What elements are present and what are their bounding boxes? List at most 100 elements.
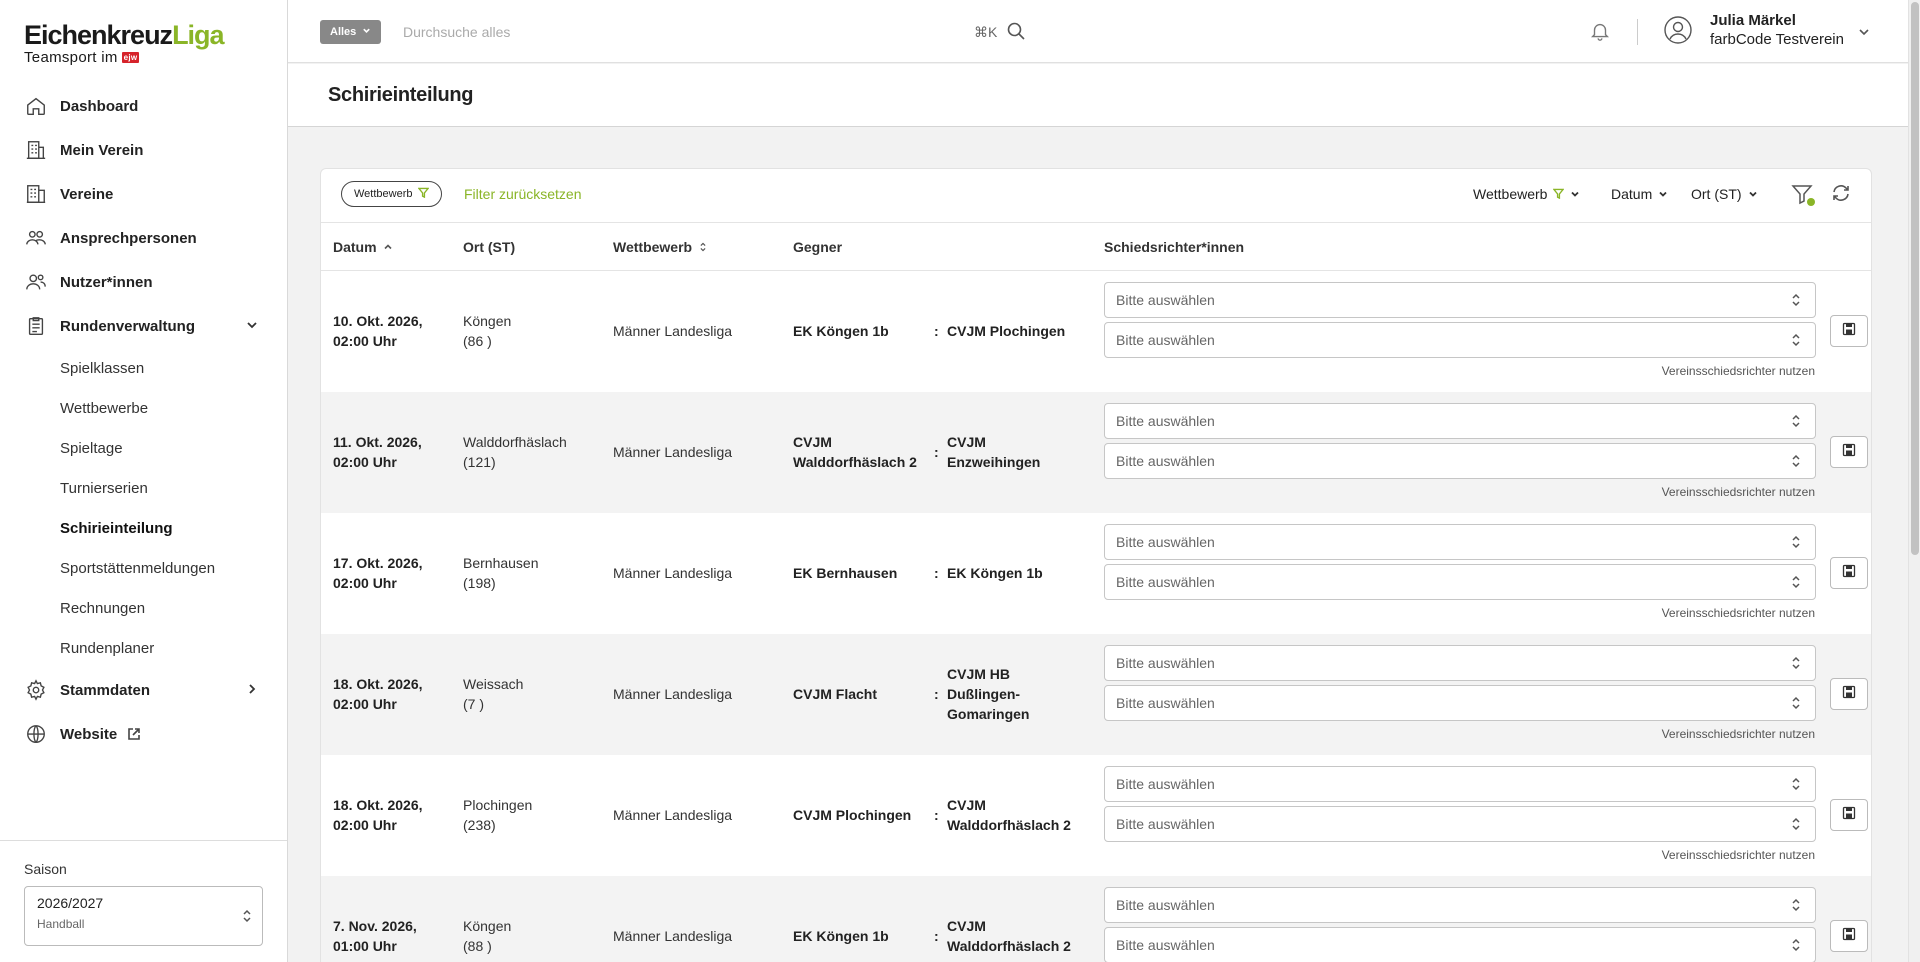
- nav-item-dashboard[interactable]: Dashboard: [0, 84, 287, 128]
- topbar: Alles ⌘K Julia Märkel farbCode Testverei…: [288, 0, 1908, 63]
- referee-select-1[interactable]: Bitte auswählen: [1104, 282, 1816, 318]
- user-org[interactable]: farbCode Testverein: [1710, 31, 1844, 48]
- chevron-down-icon: [1570, 186, 1580, 202]
- save-button[interactable]: [1830, 315, 1868, 347]
- column-header-ort: Ort (ST): [463, 239, 516, 255]
- sidebar-item-spieltage[interactable]: Spieltage: [0, 428, 287, 468]
- search-icon[interactable]: [1006, 21, 1026, 41]
- nav-label: Vereine: [60, 185, 114, 203]
- save-button[interactable]: [1830, 678, 1868, 710]
- use-club-referee-link[interactable]: Vereinsschiedsrichter nutzen: [1662, 364, 1815, 378]
- referee-select-1[interactable]: Bitte auswählen: [1104, 887, 1816, 923]
- sidebar-item-wettbewerbe[interactable]: Wettbewerbe: [0, 388, 287, 428]
- referee-select-2[interactable]: Bitte auswählen: [1104, 322, 1816, 358]
- column-header-datum[interactable]: Datum: [333, 239, 393, 255]
- page-header: Schirieinteilung: [288, 64, 1908, 127]
- table-row: 17. Okt. 2026, 02:00 Uhr Bernhausen (198)…: [321, 513, 1871, 634]
- save-button[interactable]: [1830, 920, 1868, 952]
- sidebar-item-schirieinteilung[interactable]: Schirieinteilung: [0, 508, 287, 548]
- season-value: 2026/2027: [37, 895, 104, 911]
- cell-ort: Walddorfhäslach (121): [463, 434, 567, 470]
- nav-item-website[interactable]: Website: [0, 712, 287, 756]
- cell-date: 17. Okt. 2026, 02:00 Uhr: [333, 555, 423, 591]
- nav-item-ansprechpersonen[interactable]: Ansprechpersonen: [0, 216, 287, 260]
- user-avatar-icon[interactable]: [1663, 15, 1693, 45]
- referee-select-2[interactable]: Bitte auswählen: [1104, 564, 1816, 600]
- column-header-wettbewerb[interactable]: Wettbewerb: [613, 239, 708, 255]
- table-header: Datum Ort (ST) Wettbewerb Gegner Schieds…: [321, 223, 1871, 271]
- use-club-referee-link[interactable]: Vereinsschiedsrichter nutzen: [1662, 727, 1815, 741]
- cell-away-team: CVJM Walddorfhäslach 2: [947, 797, 1071, 833]
- building-icon: [24, 138, 48, 162]
- active-filter-dot: [1807, 198, 1815, 206]
- chevron-down-icon: [1658, 186, 1668, 202]
- nav-label: Nutzer*innen: [60, 273, 153, 291]
- chevron-down-icon[interactable]: [1857, 25, 1871, 39]
- select-placeholder: Bitte auswählen: [1116, 574, 1215, 590]
- page-scrollbar[interactable]: [1908, 0, 1920, 962]
- column-header-gegner: Gegner: [793, 239, 843, 255]
- bell-icon[interactable]: [1589, 20, 1611, 42]
- use-club-referee-link[interactable]: Vereinsschiedsrichter nutzen: [1662, 485, 1815, 499]
- season-panel: Saison 2026/2027 Handball: [0, 840, 287, 962]
- save-button[interactable]: [1830, 436, 1868, 468]
- sidebar-item-rechnungen[interactable]: Rechnungen: [0, 588, 287, 628]
- sidebar-item-rundenplaner[interactable]: Rundenplaner: [0, 628, 287, 668]
- updown-chevron-icon: [1791, 655, 1801, 671]
- search-scope-label: Alles: [330, 26, 357, 38]
- scrollbar-thumb[interactable]: [1911, 2, 1919, 555]
- cell-versus-separator: :: [934, 565, 939, 581]
- search-input[interactable]: [403, 16, 963, 48]
- referee-select-2[interactable]: Bitte auswählen: [1104, 806, 1816, 842]
- logo[interactable]: EichenkreuzLiga Teamsport im ejw: [24, 20, 225, 66]
- filter-dropdown-datum[interactable]: Datum: [1611, 186, 1668, 202]
- nav-item-nutzerinnen[interactable]: Nutzer*innen: [0, 260, 287, 304]
- referee-select-1[interactable]: Bitte auswählen: [1104, 766, 1816, 802]
- filter-dropdown-label: Ort (ST): [1691, 186, 1742, 202]
- search-scope-button[interactable]: Alles: [320, 20, 382, 44]
- select-placeholder: Bitte auswählen: [1116, 897, 1215, 913]
- cell-home-team: EK Köngen 1b: [793, 928, 889, 944]
- nav-item-stammdaten[interactable]: Stammdaten: [0, 668, 287, 712]
- table-row: 10. Okt. 2026, 02:00 Uhr Köngen (86 ) Männ…: [321, 271, 1871, 392]
- use-club-referee-link[interactable]: Vereinsschiedsrichter nutzen: [1662, 848, 1815, 862]
- referee-select-2[interactable]: Bitte auswählen: [1104, 927, 1816, 962]
- user-name[interactable]: Julia Märkel: [1710, 12, 1796, 29]
- save-button[interactable]: [1830, 799, 1868, 831]
- cell-versus-separator: :: [934, 807, 939, 823]
- cell-away-team: CVJM Enzweihingen: [947, 434, 1041, 470]
- active-filter-chip[interactable]: Wettbewerb: [341, 181, 442, 207]
- referee-select-1[interactable]: Bitte auswählen: [1104, 645, 1816, 681]
- nav-item-vereine[interactable]: Vereine: [0, 172, 287, 216]
- filter-dropdown-wettbewerb[interactable]: Wettbewerb: [1473, 186, 1580, 202]
- chevron-down-icon: [362, 26, 371, 38]
- cell-versus-separator: :: [934, 686, 939, 702]
- filter-dropdown-ort[interactable]: Ort (ST): [1691, 186, 1758, 202]
- cell-away-team: EK Köngen 1b: [947, 565, 1043, 581]
- chevron-down-icon: [245, 318, 259, 332]
- cell-home-team: EK Bernhausen: [793, 565, 898, 581]
- chevron-down-icon: [1748, 186, 1758, 202]
- funnel-icon: [416, 187, 430, 201]
- sidebar-item-turnierserien[interactable]: Turnierserien: [0, 468, 287, 508]
- referee-select-1[interactable]: Bitte auswählen: [1104, 403, 1816, 439]
- save-button[interactable]: [1830, 557, 1868, 589]
- referee-select-2[interactable]: Bitte auswählen: [1104, 443, 1816, 479]
- filter-toggle-button[interactable]: [1791, 183, 1815, 207]
- use-club-referee-link[interactable]: Vereinsschiedsrichter nutzen: [1662, 606, 1815, 620]
- nav-item-mein-verein[interactable]: Mein Verein: [0, 128, 287, 172]
- updown-chevron-icon: [1791, 574, 1801, 590]
- cell-date: 18. Okt. 2026, 02:00 Uhr: [333, 676, 423, 712]
- season-sport: Handball: [37, 917, 85, 931]
- sidebar-item-sportstaettenmeldungen[interactable]: Sportstättenmeldungen: [0, 548, 287, 588]
- referee-select-2[interactable]: Bitte auswählen: [1104, 685, 1816, 721]
- divider: [1637, 19, 1638, 45]
- select-placeholder: Bitte auswählen: [1116, 332, 1215, 348]
- clipboard-icon: [24, 314, 48, 338]
- reset-filters-link[interactable]: Filter zurücksetzen: [464, 186, 581, 202]
- nav-item-rundenverwaltung[interactable]: Rundenverwaltung: [0, 304, 287, 348]
- sidebar-item-spielklassen[interactable]: Spielklassen: [0, 348, 287, 388]
- season-select[interactable]: 2026/2027 Handball: [24, 886, 263, 946]
- refresh-button[interactable]: [1831, 183, 1855, 207]
- referee-select-1[interactable]: Bitte auswählen: [1104, 524, 1816, 560]
